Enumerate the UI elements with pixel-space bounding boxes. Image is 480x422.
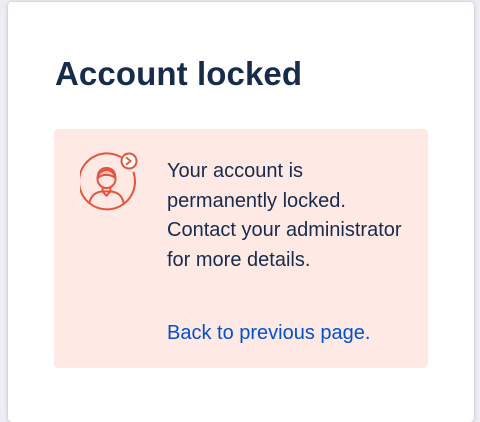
page-title: Account locked xyxy=(55,55,303,92)
alert-message: Your account is permanently locked. Cont… xyxy=(167,160,402,271)
locked-user-icon xyxy=(80,152,138,211)
account-locked-card: Account locked Your account is permanent… xyxy=(8,2,474,422)
back-to-previous-page-link[interactable]: Back to previous page. xyxy=(167,320,370,346)
locked-alert: Your account is permanently locked. Cont… xyxy=(54,129,428,368)
